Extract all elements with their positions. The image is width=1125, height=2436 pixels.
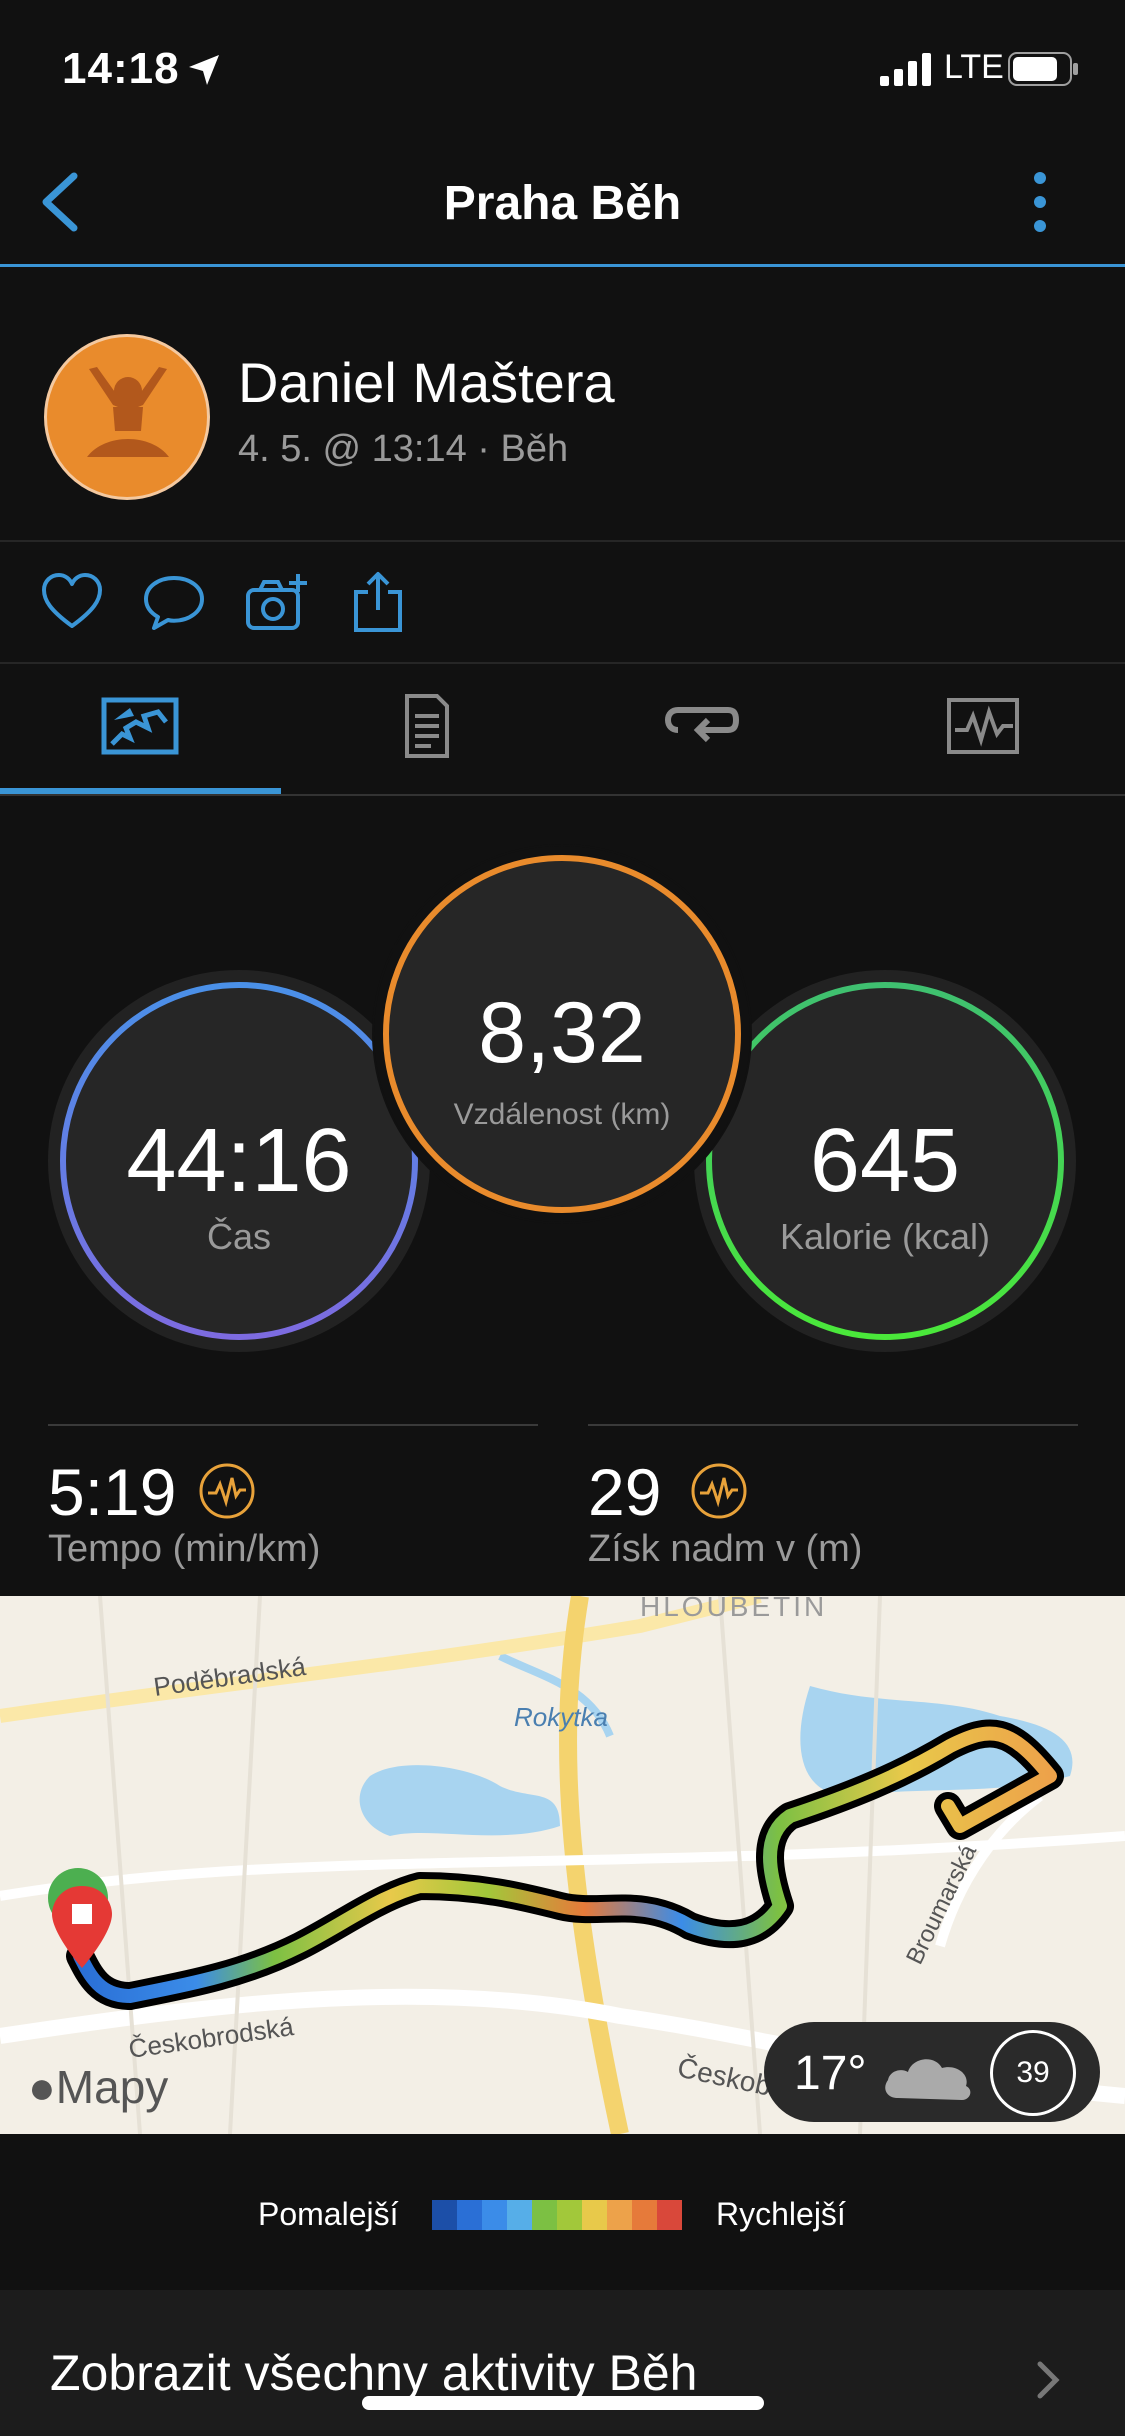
avatar[interactable] (44, 334, 210, 500)
network-type: LTE (944, 48, 1004, 86)
legend-color-swatch (482, 2200, 507, 2230)
legend-color-swatch (432, 2200, 457, 2230)
pace-legend: Pomalejší Rychlejší (0, 2134, 1125, 2290)
tab-active-indicator (0, 788, 281, 794)
legend-color-swatch (582, 2200, 607, 2230)
pulse-icon[interactable] (198, 1462, 256, 1520)
metric-value: 29 (588, 1455, 662, 1529)
metric-elevation: 29 Získ nadm v (m) (588, 1424, 1078, 1576)
distance-label: Vzdálenost (km) (453, 1098, 671, 1131)
share-icon[interactable] (346, 570, 410, 634)
map-label-river: Rokytka (514, 1702, 608, 1732)
signal-icon (880, 53, 931, 86)
show-all-label: Zobrazit všechny aktivity Běh (50, 2345, 698, 2401)
metric-value: 5:19 (48, 1455, 177, 1529)
pond-shape (359, 1765, 560, 1836)
legend-color-swatch (532, 2200, 557, 2230)
legend-color-swatch (507, 2200, 532, 2230)
chart-icon (947, 698, 1019, 754)
legend-fast: Rychlejší (716, 2196, 846, 2232)
activity-owner: Daniel Maštera 4. 5. @ 13:14 · Běh (0, 268, 1125, 542)
apple-logo-icon: ● (28, 2061, 56, 2113)
map-label-street: Poděbradská (152, 1651, 308, 1702)
tab-charts[interactable] (843, 664, 1124, 794)
home-indicator[interactable] (362, 2396, 764, 2410)
route-map[interactable]: HLOUBĚTÍN Poděbradská Rokytka Českobrods… (0, 1596, 1125, 2134)
map-label-street: Českob (675, 2052, 774, 2102)
finish-marker[interactable] (52, 1886, 112, 1968)
add-photo-icon[interactable] (244, 570, 308, 634)
metric-label: Získ nadm v (m) (588, 1528, 863, 1570)
tab-stats[interactable] (281, 664, 562, 794)
stop-square-icon (72, 1904, 92, 1924)
legend-color-swatch (457, 2200, 482, 2230)
metric-label: Tempo (min/km) (48, 1528, 321, 1570)
legend-color-swatch (607, 2200, 632, 2230)
comment-icon[interactable] (142, 570, 206, 634)
heart-icon[interactable] (40, 570, 104, 634)
weather-badge[interactable]: 17° 39 (764, 2022, 1100, 2122)
activity-tabs (0, 664, 1125, 796)
map-label-district: HLOUBĚTÍN (640, 1596, 827, 1622)
overview-icon (101, 697, 179, 755)
tab-laps[interactable] (562, 664, 843, 794)
legend-color-swatch (557, 2200, 582, 2230)
activity-meta: 4. 5. @ 13:14 · Běh (238, 428, 569, 470)
cloud-icon (885, 2059, 971, 2100)
map-label-street: Broumarská (901, 1840, 982, 1969)
air-quality-index: 39 (990, 2030, 1076, 2116)
distance-stat: 8,32 Vzdálenost (km) (372, 844, 752, 1224)
legend-color-swatch (657, 2200, 682, 2230)
battery-icon (1008, 52, 1078, 86)
metric-pace: 5:19 Tempo (min/km) (48, 1424, 538, 1576)
show-all-activities-button[interactable]: Zobrazit všechny aktivity Běh (0, 2290, 1125, 2436)
maps-brand: ●Mapy (28, 2061, 169, 2113)
legend-slow: Pomalejší (258, 2196, 399, 2232)
pulse-icon[interactable] (690, 1462, 748, 1520)
legend-color-swatch (632, 2200, 657, 2230)
status-bar: 14:18 LTE (0, 0, 1125, 140)
document-icon (405, 694, 449, 758)
location-arrow-icon (189, 55, 219, 85)
yoga-figure-icon (87, 367, 169, 457)
repeat-icon (664, 707, 740, 743)
action-bar (0, 542, 1125, 664)
user-name[interactable]: Daniel Maštera (238, 350, 615, 415)
more-options-icon[interactable] (1020, 162, 1060, 242)
tab-overview[interactable] (0, 664, 281, 794)
legend-gradient (432, 2200, 682, 2230)
chevron-right-icon (1037, 2361, 1060, 2399)
weather-temp: 17° (794, 2047, 867, 2100)
page-title: Praha Běh (443, 177, 682, 230)
distance-value: 8,32 (478, 985, 646, 1081)
nav-bar: Praha Běh (0, 140, 1125, 267)
status-time: 14:18 (62, 44, 180, 93)
